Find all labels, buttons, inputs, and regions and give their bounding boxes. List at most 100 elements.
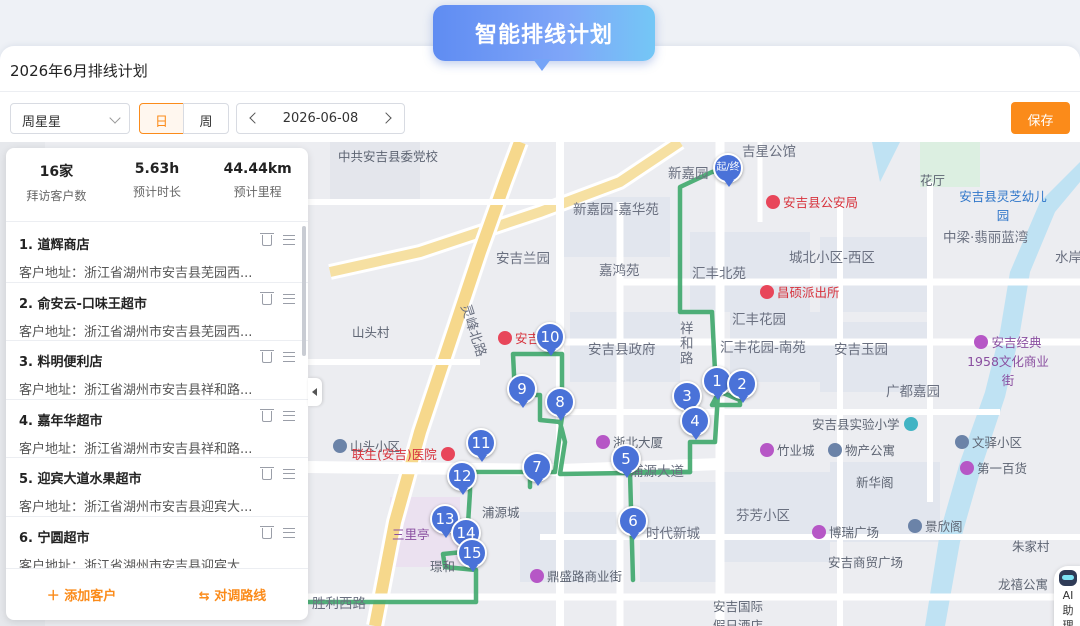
drag-handle-icon[interactable] [283,235,295,245]
poi-text: 安吉县公安局 [783,195,859,210]
trash-icon[interactable] [260,408,274,422]
toolbar: 周星星 日 周 2026-06-08 保存 [0,102,1080,142]
route-stop-marker[interactable]: 15 [457,538,487,572]
police-pin-icon [760,285,774,299]
customer-list[interactable]: 1. 道辉商店 客户地址：浙江省湖州市安吉县芜园西... 2. 俞安云-口味王超… [6,224,308,568]
poi-label: 三里亭 [392,527,430,542]
collapse-panel-button[interactable] [308,378,322,406]
customer-address: 客户地址：浙江省湖州市安吉县迎宾大... [19,558,253,569]
route-stop-marker[interactable]: 5 [611,444,641,478]
poi-label: 博瑞广场 [812,522,879,541]
route-stop-marker[interactable]: 4 [680,406,710,440]
drag-handle-icon[interactable] [283,352,295,362]
drag-handle-icon[interactable] [283,293,295,304]
next-date-icon[interactable] [380,112,392,124]
salesperson-value: 周星星 [22,115,62,130]
route-stop-marker[interactable]: 2 [727,369,757,403]
route-start-end-marker[interactable]: 起/终 [713,153,743,187]
poi-label: 安吉县政府 [588,342,656,358]
list-item[interactable]: 6. 宁圆超市 客户地址：浙江省湖州市安吉县迎宾大... [6,517,308,569]
save-button[interactable]: 保存 [1011,102,1070,134]
stat-label: 预计里程 [233,185,282,199]
trash-icon[interactable] [260,525,274,539]
list-item[interactable]: 1. 道辉商店 客户地址：浙江省湖州市安吉县芜园西... [6,224,308,283]
ai-assistant-button[interactable]: AI助理 [1054,566,1080,626]
route-stop-marker[interactable]: 12 [447,461,477,495]
view-week-tab[interactable]: 周 [183,103,229,134]
poi-label: 朱家村 [1012,539,1050,554]
poi-label: 浦源城 [482,505,520,520]
poi-label: 花厅 [920,173,946,188]
poi-label: 安吉国际假日酒店 [712,599,763,626]
drag-handle-icon[interactable] [283,410,295,421]
list-item[interactable]: 4. 嘉年华超市 客户地址：浙江省湖州市安吉县祥和路... [6,400,308,458]
poi-label: 新嘉园 [668,166,709,182]
swap-route-button[interactable]: ⇆ 对调路线 [157,569,308,620]
stat-customers: 16家 拜访客户数 [6,148,107,221]
route-stop-marker[interactable]: 8 [545,387,575,421]
poi-text: 竹业城 [777,443,815,458]
residential-pin-icon [908,519,922,533]
poi-label: 龙禧公寓 [998,577,1049,592]
drag-handle-icon[interactable] [283,469,295,479]
stat-label: 拜访客户数 [26,189,87,203]
view-day-tab[interactable]: 日 [139,103,184,134]
drag-handle-icon[interactable] [283,527,295,538]
poi-text: 安吉县实验小学 [812,417,900,432]
stat-distance: 44.44km 预计里程 [207,148,308,221]
list-item[interactable]: 2. 俞安云-口味王超市 客户地址：浙江省湖州市安吉县芜园西... [6,283,308,341]
location-pin-icon [766,195,780,209]
poi-text: 第一百货 [977,461,1028,476]
banner-title: 智能排线计划 [474,23,613,48]
list-item[interactable]: 3. 料明便利店 客户地址：浙江省湖州市安吉县祥和路... [6,341,308,400]
poi-label: 联生(安吉)医院 [352,444,458,463]
hospital-pin-icon [440,447,455,461]
poi-label: 昌硕派出所 [760,282,840,301]
add-customer-label: 添加客户 [64,589,117,604]
panel-actions: ＋ 添加客户 ⇆ 对调路线 [6,568,308,620]
location-pin-icon [498,331,512,345]
poi-label: 第一百货 [960,458,1027,477]
date-value[interactable]: 2026-06-08 [283,111,359,126]
prev-date-icon[interactable] [249,112,261,124]
route-stop-marker[interactable]: 9 [507,374,537,408]
salesperson-select[interactable]: 周星星 [10,103,130,134]
shop-pin-icon [530,569,544,583]
route-stop-marker[interactable]: 10 [535,322,565,356]
poi-text: 联生(安吉)医院 [352,447,437,462]
add-customer-button[interactable]: ＋ 添加客户 [6,569,157,620]
poi-label: 时代新城 [646,526,700,542]
route-stop-marker[interactable]: 6 [618,506,648,540]
stat-duration: 5.63h 预计时长 [107,148,208,221]
shop-pin-icon [596,435,610,449]
trash-icon[interactable] [260,233,274,246]
date-picker: 2026-06-08 [236,103,405,134]
poi-label: 城北小区-西区 [789,250,875,266]
header-divider [0,91,1080,92]
poi-label: 中共安吉县委党校 [338,149,439,164]
poi-label: 新华阁 [856,475,894,490]
poi-label: 安吉经典1958文化商业街 [963,332,1053,389]
poi-label: 景欣阁 [908,516,963,535]
route-map[interactable]: 中共安吉县委党校 吉星公馆 新嘉园 花厅 安吉县公安局 安吉县灵芝幼儿园 新嘉园… [0,142,1080,626]
robot-icon [1059,570,1077,586]
list-item[interactable]: 5. 迎宾大道水果超市 客户地址：浙江省湖州市安吉县迎宾大... [6,458,308,517]
chevron-down-icon [109,112,121,124]
trash-icon[interactable] [260,467,274,480]
school-pin-icon [903,417,918,431]
poi-label: 吉星公馆 [742,144,796,160]
poi-label: 安吉玉园 [834,342,888,358]
trash-icon[interactable] [260,291,274,305]
shop-pin-icon [974,335,989,349]
route-stop-marker[interactable]: 11 [466,428,496,462]
poi-text: 昌硕派出所 [777,285,840,300]
list-scrollbar[interactable] [302,226,306,356]
poi-label: 物产公寓 [828,440,895,459]
customer-panel: 16家 拜访客户数 5.63h 预计时长 44.44km 预计里程 1. 道辉商… [6,148,308,620]
poi-label: 竹业城 [760,440,815,459]
poi-label: 文驿小区 [955,432,1022,451]
poi-label: 汇丰花园-南苑 [720,340,806,356]
trash-icon[interactable] [260,350,274,363]
customer-address: 客户地址：浙江省湖州市安吉县迎宾大... [19,500,253,515]
route-stop-marker[interactable]: 7 [522,452,552,486]
